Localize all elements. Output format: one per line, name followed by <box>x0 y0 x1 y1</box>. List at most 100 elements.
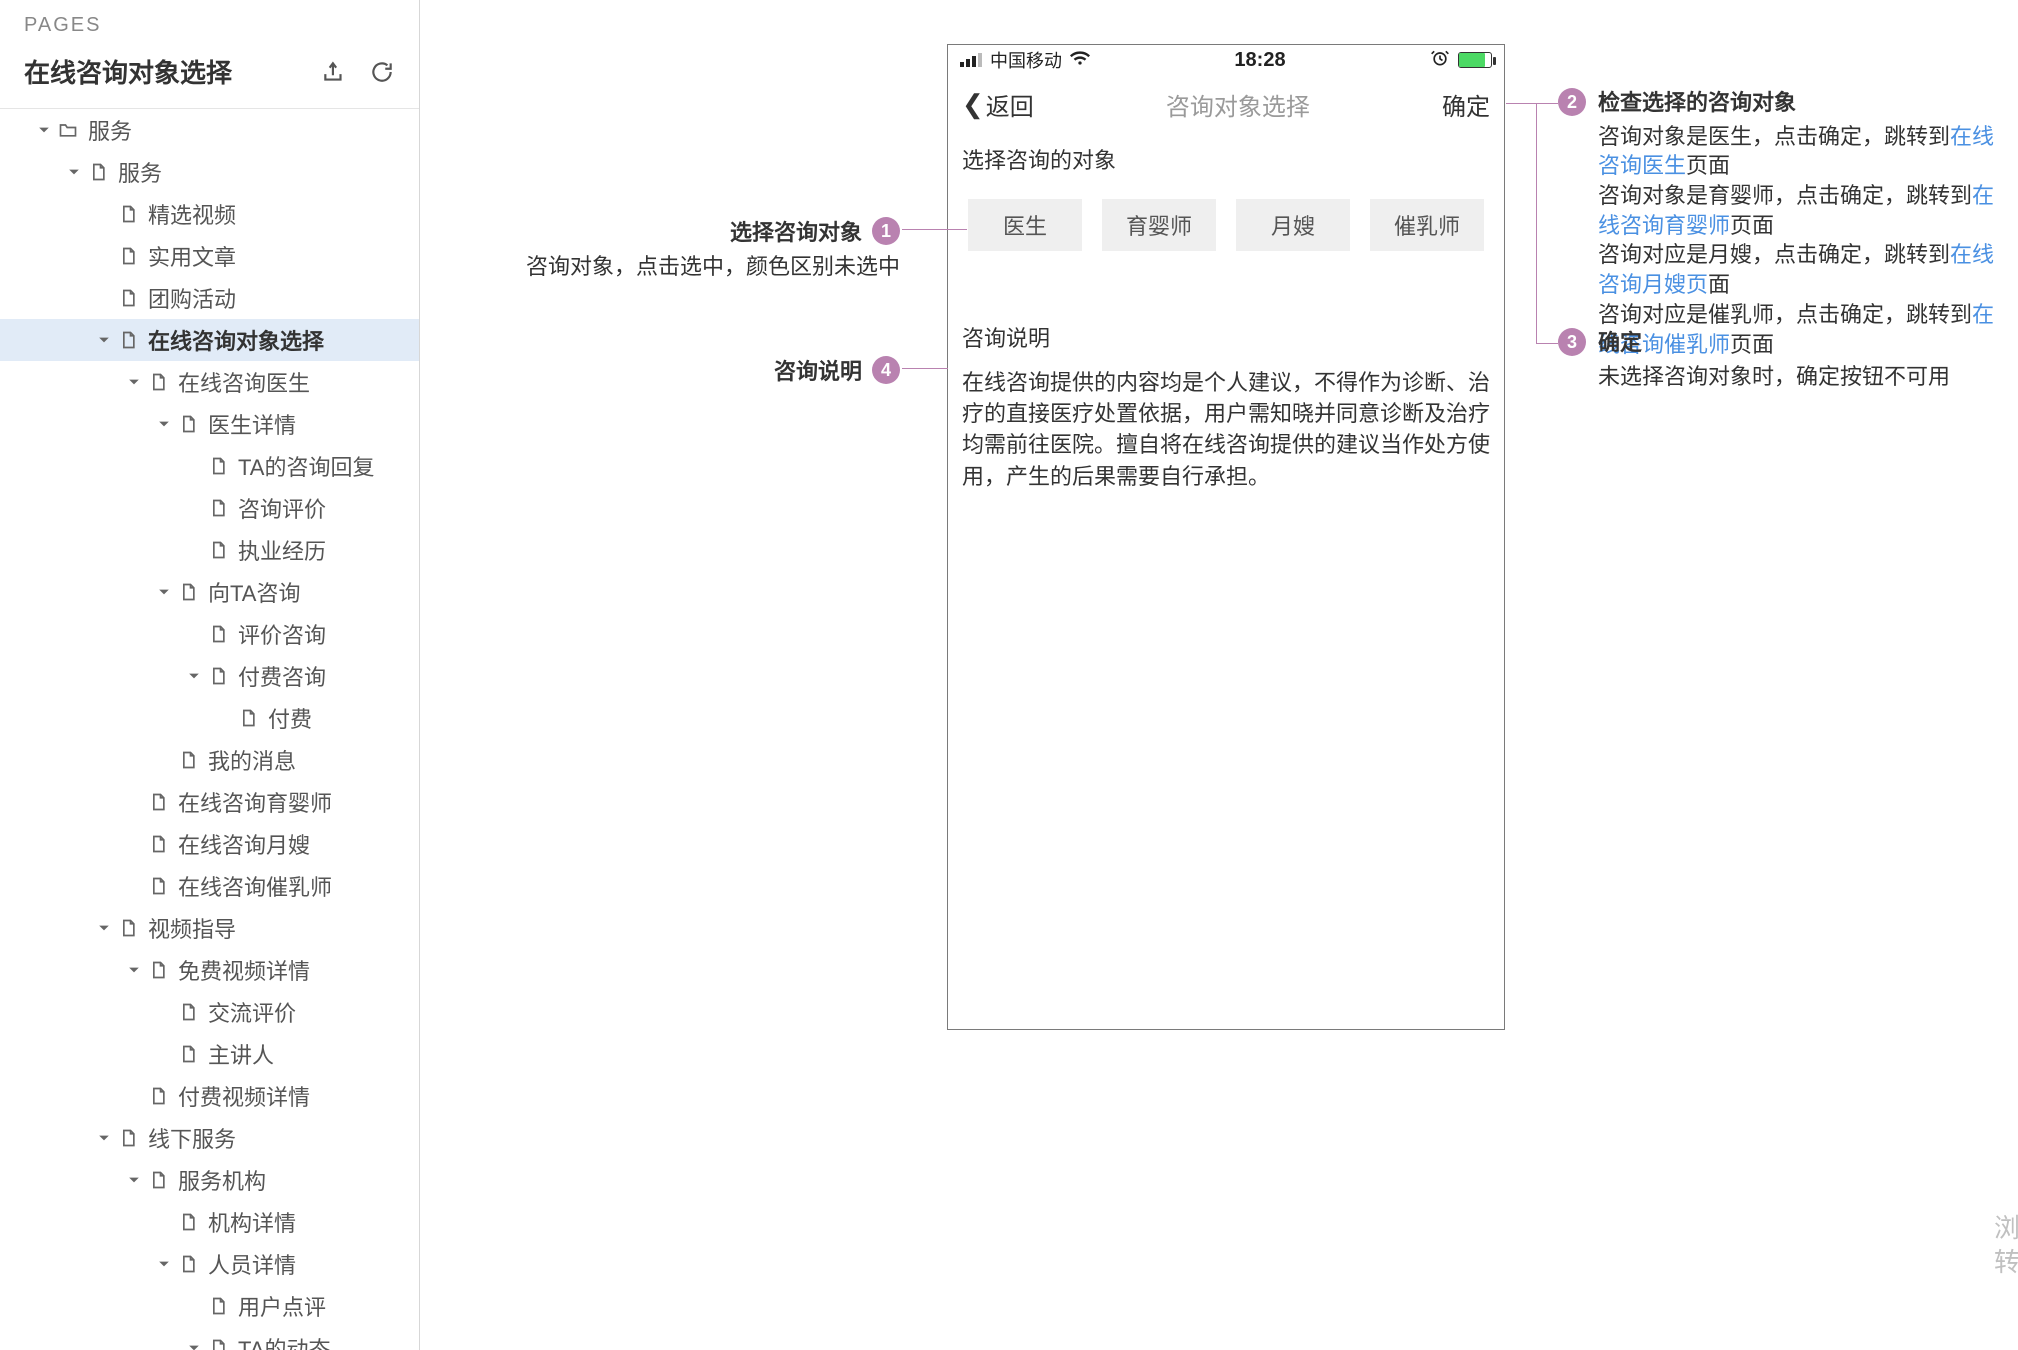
tree-item[interactable]: 执业经历 <box>0 529 419 571</box>
annotation-2-line: 咨询对象是医生，点击确定，跳转到在线咨询医生页面 <box>1598 122 1998 181</box>
chip-doctor[interactable]: 医生 <box>968 199 1082 251</box>
caret-icon[interactable] <box>96 920 112 936</box>
conn-ok-v <box>1536 103 1537 343</box>
signal-icon <box>960 53 982 67</box>
tree-item[interactable]: 在线咨询催乳师 <box>0 865 419 907</box>
alarm-icon <box>1430 48 1450 73</box>
tree-item[interactable]: 实用文章 <box>0 235 419 277</box>
tree-item[interactable]: 人员详情 <box>0 1243 419 1285</box>
chip-cuirushi[interactable]: 催乳师 <box>1370 199 1484 251</box>
tree-item[interactable]: 我的消息 <box>0 739 419 781</box>
tree-item[interactable]: 团购活动 <box>0 277 419 319</box>
nav-title: 咨询对象选择 <box>1166 87 1310 122</box>
tree-item[interactable]: 主讲人 <box>0 1033 419 1075</box>
section-select-title: 选择咨询的对象 <box>948 133 1504 185</box>
tree-item[interactable]: 视频指导 <box>0 907 419 949</box>
phone-mock: 中国移动 18:28 ❮ 返回 咨询对象选择 确定 选择咨询的对象 <box>947 44 1505 1030</box>
pages-tree[interactable]: 服务服务精选视频实用文章团购活动在线咨询对象选择在线咨询医生医生详情TA的咨询回… <box>0 109 419 1350</box>
annotation-3: 3 确定 未选择咨询对象时，确定按钮不可用 <box>1558 328 1998 391</box>
chip-yuesao[interactable]: 月嫂 <box>1236 199 1350 251</box>
page-icon <box>178 582 198 602</box>
refresh-icon[interactable] <box>369 59 395 85</box>
tree-item-label: 在线咨询对象选择 <box>148 324 324 356</box>
annotation-2-line: 咨询对象是育婴师，点击确定，跳转到在线咨询育婴师页面 <box>1598 181 1998 240</box>
annotation-2-title: 检查选择的咨询对象 <box>1598 88 1796 118</box>
tree-item[interactable]: 服务 <box>0 109 419 151</box>
page-icon <box>208 666 228 686</box>
page-icon <box>208 1338 228 1350</box>
caret-icon[interactable] <box>156 1256 172 1272</box>
caret-icon[interactable] <box>156 584 172 600</box>
tree-item[interactable]: 交流评价 <box>0 991 419 1033</box>
caret-icon[interactable] <box>96 1130 112 1146</box>
truncated-l2: 转 <box>1994 1246 2018 1280</box>
annotation-badge-1: 1 <box>872 217 900 245</box>
tree-item[interactable]: 机构详情 <box>0 1201 419 1243</box>
tree-item[interactable]: TA的动态 <box>0 1327 419 1350</box>
annotation-1-sub: 咨询对象，点击选中，颜色区别未选中 <box>460 249 900 281</box>
page-icon <box>208 498 228 518</box>
tree-item[interactable]: 付费咨询 <box>0 655 419 697</box>
chip-row: 医生 育婴师 月嫂 催乳师 <box>948 185 1504 271</box>
page-icon <box>148 834 168 854</box>
tree-item[interactable]: 付费视频详情 <box>0 1075 419 1117</box>
annotation-2: 2 检查选择的咨询对象 咨询对象是医生，点击确定，跳转到在线咨询医生页面咨询对象… <box>1558 88 1998 359</box>
caret-icon[interactable] <box>96 332 112 348</box>
tree-item-label: 向TA咨询 <box>208 576 300 608</box>
page-icon <box>238 708 258 728</box>
tree-item[interactable]: 评价咨询 <box>0 613 419 655</box>
nav-ok-button[interactable]: 确定 <box>1442 87 1490 122</box>
caret-icon[interactable] <box>126 962 142 978</box>
status-time: 18:28 <box>1234 49 1285 72</box>
caret-icon[interactable] <box>156 416 172 432</box>
tree-item-label: 实用文章 <box>148 240 236 272</box>
tree-item[interactable]: 线下服务 <box>0 1117 419 1159</box>
tree-item-label: 我的消息 <box>208 744 296 776</box>
caret-icon[interactable] <box>126 374 142 390</box>
annotation-4: 咨询说明 4 <box>460 354 900 386</box>
tree-item-label: 在线咨询育婴师 <box>178 786 332 818</box>
chip-nursery[interactable]: 育婴师 <box>1102 199 1216 251</box>
caret-icon[interactable] <box>186 1340 202 1350</box>
tree-item[interactable]: 咨询评价 <box>0 487 419 529</box>
tree-item[interactable]: 医生详情 <box>0 403 419 445</box>
truncated-l1: 浏 <box>1994 1212 2018 1246</box>
tree-item[interactable]: 用户点评 <box>0 1285 419 1327</box>
tree-item[interactable]: 在线咨询对象选择 <box>0 319 419 361</box>
caret-icon[interactable] <box>186 668 202 684</box>
tree-item-label: 在线咨询催乳师 <box>178 870 332 902</box>
conn-2-h <box>1536 103 1558 104</box>
page-title-row: 在线咨询对象选择 <box>0 47 419 108</box>
annotation-badge-4: 4 <box>872 356 900 384</box>
caret-icon[interactable] <box>66 164 82 180</box>
tree-item-label: 线下服务 <box>148 1122 236 1154</box>
page-icon <box>148 1086 168 1106</box>
caret-icon[interactable] <box>126 1172 142 1188</box>
tree-item-label: 在线咨询月嫂 <box>178 828 310 860</box>
battery-icon <box>1458 52 1492 68</box>
tree-item[interactable]: 服务 <box>0 151 419 193</box>
tree-item-label: 付费咨询 <box>238 660 326 692</box>
tree-item-label: 视频指导 <box>148 912 236 944</box>
tree-item[interactable]: 在线咨询医生 <box>0 361 419 403</box>
page-icon <box>88 162 108 182</box>
tree-item-label: 付费 <box>268 702 312 734</box>
annotation-1-title: 选择咨询对象 <box>730 215 862 247</box>
nav-back-button[interactable]: ❮ 返回 <box>962 87 1034 122</box>
caret-icon[interactable] <box>36 122 52 138</box>
truncated-text: 浏 转 <box>1994 1212 2018 1280</box>
tree-item[interactable]: 向TA咨询 <box>0 571 419 613</box>
share-icon[interactable] <box>321 59 347 85</box>
tree-item[interactable]: TA的咨询回复 <box>0 445 419 487</box>
tree-item[interactable]: 免费视频详情 <box>0 949 419 991</box>
tree-item[interactable]: 服务机构 <box>0 1159 419 1201</box>
tree-item[interactable]: 付费 <box>0 697 419 739</box>
tree-item[interactable]: 在线咨询月嫂 <box>0 823 419 865</box>
chevron-left-icon: ❮ <box>962 89 984 120</box>
annotation-1-connector <box>902 229 967 230</box>
tree-item[interactable]: 精选视频 <box>0 193 419 235</box>
page-icon <box>178 1212 198 1232</box>
page-icon <box>208 456 228 476</box>
pages-sidebar: PAGES 在线咨询对象选择 服务服务精选视频实用文章团购活动在线咨询对象选择在… <box>0 0 420 1350</box>
tree-item[interactable]: 在线咨询育婴师 <box>0 781 419 823</box>
